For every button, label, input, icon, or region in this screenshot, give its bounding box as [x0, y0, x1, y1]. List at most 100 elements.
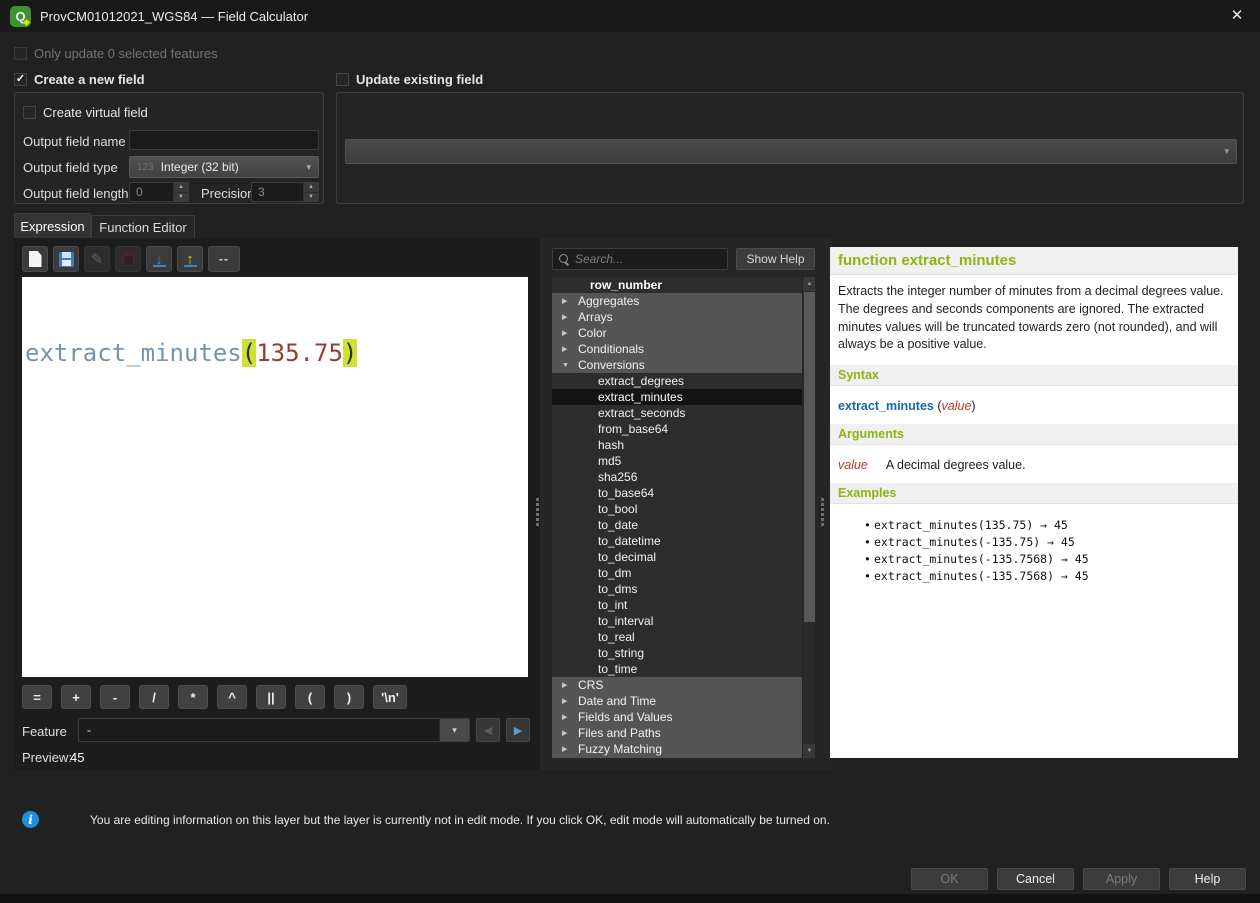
import-expression-button[interactable]: ↓ [146, 246, 172, 272]
tree-label: to_interval [598, 614, 653, 628]
tree-label: to_dms [598, 582, 637, 596]
create-virtual-field-checkbox[interactable]: Create virtual field [23, 105, 148, 120]
tree-child-to-dm[interactable]: to_dm [552, 565, 802, 581]
help-button[interactable]: Help [1169, 868, 1246, 890]
tree-child-sha256[interactable]: sha256 [552, 469, 802, 485]
tree-group-fuzzy-matching[interactable]: ▶Fuzzy Matching [552, 741, 802, 757]
tree-group-color[interactable]: ▶Color [552, 325, 802, 341]
tree-item-row-number[interactable]: row_number [552, 277, 802, 293]
chevron-right-icon[interactable]: ▶ [562, 745, 578, 753]
chevron-down-icon[interactable]: ▾ [439, 719, 469, 741]
spinner-down-icon[interactable]: ▼ [174, 193, 188, 202]
syntax-close: ) [971, 399, 975, 413]
tab-function-editor[interactable]: Function Editor [91, 215, 195, 238]
create-new-field-checkbox[interactable]: ✓ Create a new field [14, 72, 145, 87]
spinner-up-icon[interactable]: ▲ [174, 183, 188, 193]
tree-child-to-date[interactable]: to_date [552, 517, 802, 533]
operator-button[interactable]: = [22, 685, 52, 709]
tree-group-conversions[interactable]: ▼Conversions [552, 357, 802, 373]
tree-group-conditionals[interactable]: ▶Conditionals [552, 341, 802, 357]
tree-child-md5[interactable]: md5 [552, 453, 802, 469]
tree-child-extract-degrees[interactable]: extract_degrees [552, 373, 802, 389]
new-expression-button[interactable] [22, 246, 48, 272]
next-feature-button[interactable]: ▶ [506, 718, 530, 742]
tree-scrollbar[interactable]: ▲ ▼ [802, 277, 815, 758]
operator-button[interactable]: ) [334, 685, 364, 709]
operator-button[interactable]: + [61, 685, 91, 709]
title-bar[interactable]: Q ProvCM01012021_WGS84 — Field Calculato… [0, 0, 1260, 32]
spinner-buttons[interactable]: ▲ ▼ [303, 183, 318, 201]
scroll-up-icon[interactable]: ▲ [803, 277, 815, 291]
operator-button[interactable]: / [139, 685, 169, 709]
chevron-right-icon[interactable]: ▶ [562, 329, 578, 337]
tree-child-to-datetime[interactable]: to_datetime [552, 533, 802, 549]
scrollbar-thumb[interactable] [804, 292, 815, 622]
tree-child-extract-minutes[interactable]: extract_minutes [552, 389, 802, 405]
chevron-down-icon[interactable]: ▼ [562, 362, 578, 369]
existing-field-select[interactable]: ▾ [345, 139, 1237, 164]
tree-child-from-base64[interactable]: from_base64 [552, 421, 802, 437]
spinner-down-icon[interactable]: ▼ [304, 193, 318, 202]
chevron-right-icon[interactable]: ▶ [562, 729, 578, 737]
tree-child-to-base64[interactable]: to_base64 [552, 485, 802, 501]
tree-group-fields-and-values[interactable]: ▶Fields and Values [552, 709, 802, 725]
save-expression-button[interactable] [53, 246, 79, 272]
tree-child-to-real[interactable]: to_real [552, 629, 802, 645]
spinner-up-icon[interactable]: ▲ [304, 183, 318, 193]
operator-button[interactable]: || [256, 685, 286, 709]
dashes-button[interactable]: -- [208, 246, 240, 272]
previous-feature-button[interactable]: ◀ [476, 718, 500, 742]
tree-child-to-dms[interactable]: to_dms [552, 581, 802, 597]
export-expression-button[interactable]: ↑ [177, 246, 203, 272]
edit-expression-button[interactable]: ✎ [84, 246, 110, 272]
tree-child-to-string[interactable]: to_string [552, 645, 802, 661]
chevron-right-icon[interactable]: ▶ [562, 681, 578, 689]
output-field-name-input[interactable] [129, 130, 319, 150]
tree-group-crs[interactable]: ▶CRS [552, 677, 802, 693]
feature-select[interactable]: - ▾ [78, 718, 470, 742]
tree-group-arrays[interactable]: ▶Arrays [552, 309, 802, 325]
chevron-right-icon[interactable]: ▶ [562, 713, 578, 721]
output-field-type-select[interactable]: 123 Integer (32 bit) ▾ [129, 156, 319, 178]
operator-button[interactable]: '\n' [373, 685, 407, 709]
tree-child-to-int[interactable]: to_int [552, 597, 802, 613]
tree-child-to-decimal[interactable]: to_decimal [552, 549, 802, 565]
chevron-right-icon[interactable]: ▶ [562, 697, 578, 705]
cancel-button[interactable]: Cancel [997, 868, 1074, 890]
output-field-length-stepper[interactable]: 0 ▲ ▼ [129, 182, 189, 202]
tree-group-files-and-paths[interactable]: ▶Files and Paths [552, 725, 802, 741]
tree-group-aggregates[interactable]: ▶Aggregates [552, 293, 802, 309]
close-button[interactable]: ✕ [1226, 6, 1248, 26]
ok-button[interactable]: OK [911, 868, 988, 890]
tree-child-to-bool[interactable]: to_bool [552, 501, 802, 517]
update-existing-field-checkbox[interactable]: Update existing field [336, 72, 483, 87]
tree-label: extract_degrees [598, 374, 684, 388]
operator-button[interactable]: * [178, 685, 208, 709]
operator-button[interactable]: ^ [217, 685, 247, 709]
show-help-button[interactable]: Show Help [736, 248, 815, 270]
right-splitter-handle[interactable] [818, 495, 826, 529]
tree-child-to-time[interactable]: to_time [552, 661, 802, 677]
function-tree[interactable]: ▲ ▼ row_number▶Aggregates▶Arrays▶Color▶C… [552, 277, 815, 758]
operator-button[interactable]: ( [295, 685, 325, 709]
spinner-buttons[interactable]: ▲ ▼ [173, 183, 188, 201]
chevron-right-icon[interactable]: ▶ [562, 313, 578, 321]
expression-text[interactable]: extract_minutes(135.75) [25, 339, 528, 367]
tree-child-hash[interactable]: hash [552, 437, 802, 453]
only-update-checkbox[interactable]: Only update 0 selected features [14, 46, 218, 61]
tree-child-to-interval[interactable]: to_interval [552, 613, 802, 629]
apply-button[interactable]: Apply [1083, 868, 1160, 890]
delete-expression-button[interactable] [115, 246, 141, 272]
operator-button[interactable]: - [100, 685, 130, 709]
left-splitter-handle[interactable] [533, 495, 541, 529]
tree-group-date-and-time[interactable]: ▶Date and Time [552, 693, 802, 709]
tree-group-general[interactable]: ▶General [552, 757, 802, 758]
expression-editor[interactable]: extract_minutes(135.75) [22, 277, 528, 677]
scroll-down-icon[interactable]: ▼ [803, 744, 815, 758]
chevron-right-icon[interactable]: ▶ [562, 345, 578, 353]
tree-child-extract-seconds[interactable]: extract_seconds [552, 405, 802, 421]
chevron-right-icon[interactable]: ▶ [562, 297, 578, 305]
tab-expression[interactable]: Expression [14, 213, 91, 238]
search-input[interactable]: Search... [552, 248, 728, 270]
precision-stepper[interactable]: 3 ▲ ▼ [251, 182, 319, 202]
